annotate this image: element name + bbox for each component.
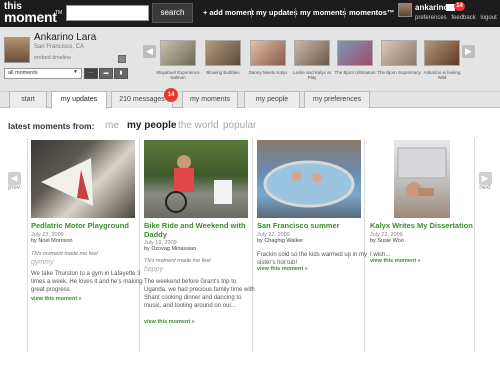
view-toggle-a[interactable]: ··· — [84, 68, 98, 79]
search-button[interactable]: search — [152, 3, 193, 23]
view-toggle-b[interactable]: ▬ — [99, 68, 113, 79]
moment-photo-4-overlay — [397, 147, 447, 198]
moment-thumbnail-caption[interactable]: Leslie and Kalyx at Play — [290, 70, 334, 80]
moment-author[interactable]: by Noel Morrison — [31, 238, 143, 245]
view-moment-link[interactable]: view this moment » — [257, 266, 369, 272]
moment-thumbnail[interactable] — [381, 40, 417, 66]
view-moment-link[interactable]: view this moment » — [31, 296, 143, 302]
user-name[interactable]: ankarino — [415, 3, 448, 12]
rss-feed-icon[interactable] — [118, 55, 126, 63]
nav-divider — [251, 8, 252, 18]
tab-start[interactable]: start — [9, 91, 47, 108]
profile-location: San Francisco, CA — [34, 44, 85, 50]
feedback-link[interactable]: feedback — [451, 15, 475, 21]
chevron-down-icon[interactable]: ▼ — [73, 69, 78, 75]
column-divider — [474, 138, 475, 352]
column-divider — [139, 138, 140, 352]
moment-mood: happy — [144, 266, 164, 273]
moment-body: We take Thurston to a gym in Lafayette 3… — [31, 271, 143, 293]
search-input[interactable] — [66, 5, 149, 21]
user-links: preferences feedback logout — [415, 15, 500, 21]
moment-thumbnail-caption[interactable]: Blowing Bubbles — [201, 70, 245, 75]
moment-feel-label: This moment made me feel — [31, 251, 98, 257]
filter-my-people[interactable]: my people — [127, 120, 176, 131]
view-toggle-c[interactable]: ▮ — [114, 68, 128, 79]
moment-thumbnail[interactable] — [424, 40, 460, 66]
mail-count-badge[interactable]: 14 — [454, 2, 465, 11]
user-avatar[interactable] — [398, 3, 412, 17]
moment-thumbnail-caption[interactable]: The Bjorn Supremacy — [377, 70, 421, 75]
moment-thumbnail[interactable] — [337, 40, 373, 66]
column-divider — [27, 138, 28, 352]
moment-body: Frackin cold so the kids warmed up in my… — [257, 252, 368, 266]
logo-line2: moment — [4, 9, 57, 25]
logo-tm: TM — [55, 10, 63, 16]
chevron-right-icon[interactable]: ▶ — [478, 172, 492, 185]
moment-title[interactable]: Pedlatric Motor Playground — [31, 221, 143, 230]
prev-pager[interactable]: ◀ prev — [6, 172, 22, 191]
nav-divider — [344, 8, 345, 18]
profile-name: Ankarino Lara — [34, 32, 97, 43]
moment-thumbnail[interactable] — [250, 40, 286, 66]
moment-thumbnail-caption[interactable]: Mayahuel Experience Salmon — [156, 70, 200, 80]
prev-label[interactable]: prev — [6, 185, 22, 191]
my-moments-link[interactable]: my moments — [300, 8, 346, 17]
moment-thumbnail[interactable] — [294, 40, 330, 66]
view-moment-link[interactable]: view this moment » — [144, 319, 256, 325]
moment-thumbnail[interactable] — [205, 40, 241, 66]
moment-mood: gymmy — [31, 259, 54, 266]
my-updates-link[interactable]: my updates — [256, 8, 298, 17]
tab-my-updates[interactable]: my updates — [51, 91, 107, 109]
moment-title[interactable]: Bike Ride and Weekend with Daddy — [144, 221, 256, 239]
preferences-link[interactable]: preferences — [415, 15, 447, 21]
embed-timeline-link[interactable]: embed timeline — [34, 55, 71, 61]
latest-moments-label: latest moments from: — [8, 121, 95, 131]
tab-my-people[interactable]: my people — [244, 91, 300, 108]
filter-popular[interactable]: popular — [223, 120, 256, 131]
next-pager[interactable]: ▶ next — [476, 172, 494, 191]
moment-body: The weekend before Grant's trip to Ugand… — [144, 279, 255, 309]
moment-photo-3-overlay — [263, 160, 355, 208]
profile-avatar[interactable] — [4, 37, 30, 63]
filter-me[interactable]: me — [105, 120, 119, 131]
moment-thumbnail-caption[interactable]: Danny Meets Kalyx — [246, 70, 290, 75]
thumbs-prev-arrow[interactable]: ◀ — [143, 45, 156, 58]
moment-feel-label: This moment made me feel — [144, 258, 211, 264]
messages-count-badge[interactable]: 14 — [164, 88, 178, 102]
add-moment-link[interactable]: + add moment — [203, 8, 254, 17]
moment-photo-1-overlay — [41, 158, 93, 206]
momentos-link[interactable]: momentos™ — [349, 8, 394, 17]
moment-title[interactable]: San Francisco summer — [257, 221, 369, 230]
thismoment-logo[interactable]: this moment TM — [3, 1, 63, 26]
moment-author[interactable]: by Chaghig Walker — [257, 238, 369, 245]
moments-filter-select[interactable]: all moments — [4, 68, 82, 79]
moment-author[interactable]: by Susie Woo — [370, 238, 482, 245]
moment-title[interactable]: Kalyx Writes My Dissertation — [370, 221, 482, 230]
tab-my-preferences[interactable]: my preferences — [304, 91, 370, 108]
moment-thumbnail-caption[interactable]: Ankarino is feeling Wild — [420, 70, 464, 80]
next-label[interactable]: next — [476, 185, 494, 191]
moment-photo-2-overlay — [165, 155, 232, 213]
tab-my-moments[interactable]: my moments — [182, 91, 238, 108]
view-moment-link[interactable]: view this moment » — [370, 258, 482, 264]
logout-link[interactable]: logout — [480, 15, 496, 21]
moment-author[interactable]: by Dzovag Minassian — [144, 246, 256, 253]
chevron-left-icon[interactable]: ◀ — [7, 172, 21, 185]
thumbs-next-arrow[interactable]: ▶ — [462, 45, 475, 58]
column-divider — [364, 138, 365, 352]
moment-thumbnail[interactable] — [160, 40, 196, 66]
filter-the-world[interactable]: the world — [178, 120, 219, 131]
moment-thumbnail-caption[interactable]: The Bjorn Ultimatum — [333, 70, 377, 75]
nav-divider — [295, 8, 296, 18]
